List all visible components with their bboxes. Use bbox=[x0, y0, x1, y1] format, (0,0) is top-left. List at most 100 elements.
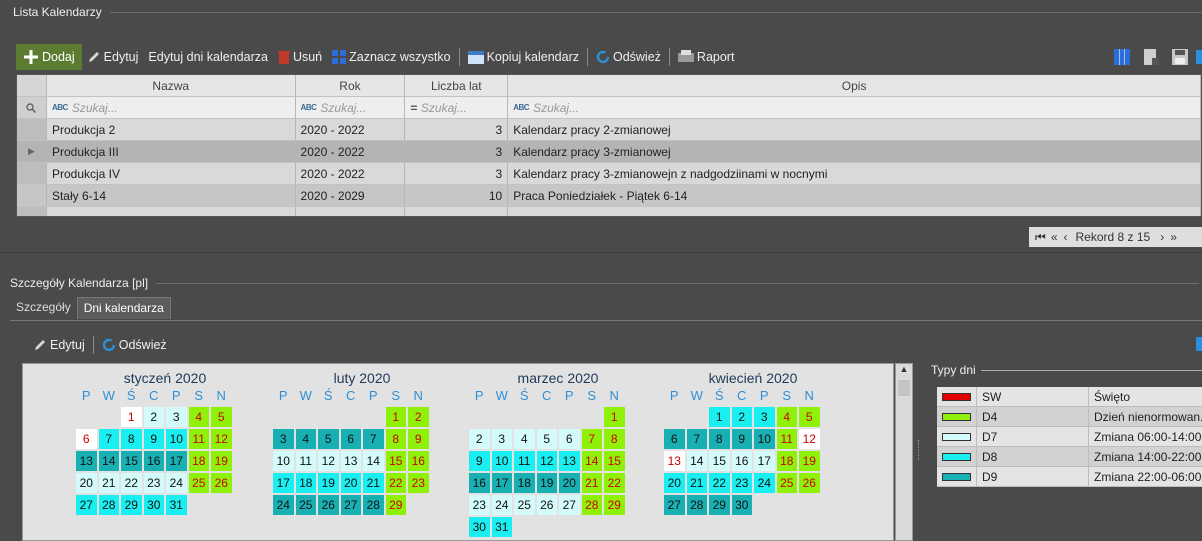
next-page-button[interactable]: » bbox=[1170, 230, 1177, 244]
calendar-day[interactable]: 18 bbox=[187, 450, 210, 472]
vertical-splitter[interactable] bbox=[918, 440, 922, 460]
calendar-day[interactable]: 12 bbox=[535, 450, 558, 472]
calendar-day[interactable]: 18 bbox=[775, 450, 798, 472]
column-header-name[interactable]: Nazwa bbox=[46, 75, 296, 97]
report-button[interactable]: Raport bbox=[673, 45, 740, 69]
calendar-day[interactable]: 8 bbox=[384, 428, 407, 450]
calendar-day[interactable]: 23 bbox=[468, 494, 491, 516]
calendar-day[interactable]: 31 bbox=[490, 516, 513, 538]
calendar-day[interactable]: 20 bbox=[339, 472, 362, 494]
table-row[interactable]: Produkcja IV 2020 - 2022 3 Kalendarz pra… bbox=[17, 163, 1201, 185]
calendar-day[interactable]: 17 bbox=[490, 472, 513, 494]
calendar-day[interactable]: 22 bbox=[603, 472, 626, 494]
edit-days-button[interactable]: Edytuj dni kalendarza bbox=[143, 45, 273, 69]
calendar-day[interactable]: 26 bbox=[798, 472, 821, 494]
calendar-day[interactable]: 27 bbox=[339, 494, 362, 516]
calendar-day[interactable]: 11 bbox=[775, 428, 798, 450]
calendar-day[interactable]: 28 bbox=[685, 494, 708, 516]
calendar-day[interactable]: 2 bbox=[468, 428, 491, 450]
calendar-day[interactable]: 9 bbox=[468, 450, 491, 472]
calendar-day[interactable]: 29 bbox=[708, 494, 731, 516]
calendar-day[interactable]: 19 bbox=[317, 472, 340, 494]
tab-details[interactable]: Szczegóły bbox=[10, 297, 77, 319]
calendar-day[interactable]: 29 bbox=[120, 494, 143, 516]
calendar-day[interactable]: 17 bbox=[753, 450, 776, 472]
calendar-day[interactable]: 17 bbox=[272, 472, 295, 494]
save-layout-button[interactable] bbox=[1167, 45, 1196, 69]
calendar-day[interactable]: 20 bbox=[558, 472, 581, 494]
calendar-day[interactable]: 6 bbox=[75, 428, 98, 450]
calendar-day[interactable]: 4 bbox=[775, 406, 798, 428]
calendar-day[interactable]: 16 bbox=[142, 450, 165, 472]
calendar-day[interactable]: 2 bbox=[730, 406, 753, 428]
table-row[interactable]: Produkcja 2 2020 - 2022 3 Kalendarz prac… bbox=[17, 119, 1201, 141]
filter-name-input[interactable]: ABC Szukaj... bbox=[46, 97, 296, 119]
calendar-day[interactable]: 16 bbox=[730, 450, 753, 472]
calendar-day[interactable]: 21 bbox=[580, 472, 603, 494]
day-type-row[interactable]: D8 Zmiana 14:00-22:00 bbox=[937, 447, 1202, 467]
calendar-day[interactable]: 24 bbox=[490, 494, 513, 516]
calendar-day[interactable]: 11 bbox=[513, 450, 536, 472]
calendar-day[interactable]: 27 bbox=[663, 494, 686, 516]
calendar-day[interactable]: 21 bbox=[362, 472, 385, 494]
calendar-day[interactable]: 30 bbox=[142, 494, 165, 516]
calendar-day[interactable]: 5 bbox=[535, 428, 558, 450]
calendar-day[interactable]: 23 bbox=[142, 472, 165, 494]
calendar-day[interactable]: 15 bbox=[708, 450, 731, 472]
calendar-day[interactable]: 24 bbox=[165, 472, 188, 494]
calendar-day[interactable]: 27 bbox=[558, 494, 581, 516]
calendar-day[interactable]: 14 bbox=[580, 450, 603, 472]
calendar-day[interactable]: 1 bbox=[384, 406, 407, 428]
refresh-button[interactable]: Odśwież bbox=[591, 45, 666, 69]
calendar-day[interactable]: 29 bbox=[603, 494, 626, 516]
calendar-day[interactable]: 22 bbox=[708, 472, 731, 494]
day-type-row[interactable]: SW Święto bbox=[937, 387, 1202, 407]
calendar-day[interactable]: 13 bbox=[75, 450, 98, 472]
calendar-day[interactable]: 16 bbox=[468, 472, 491, 494]
calendar-day[interactable]: 20 bbox=[75, 472, 98, 494]
calendar-day[interactable]: 25 bbox=[294, 494, 317, 516]
calendar-day[interactable]: 21 bbox=[685, 472, 708, 494]
calendar-day[interactable]: 25 bbox=[775, 472, 798, 494]
scroll-thumb[interactable] bbox=[898, 380, 910, 396]
prev-record-button[interactable]: ‹ bbox=[1064, 230, 1068, 244]
calendar-day[interactable]: 19 bbox=[798, 450, 821, 472]
calendar-day[interactable]: 8 bbox=[120, 428, 143, 450]
calendar-day[interactable]: 10 bbox=[753, 428, 776, 450]
calendar-day[interactable]: 7 bbox=[580, 428, 603, 450]
calendar-day[interactable]: 4 bbox=[187, 406, 210, 428]
calendar-day[interactable]: 29 bbox=[384, 494, 407, 516]
copy-calendar-button[interactable]: Kopiuj kalendarz bbox=[463, 45, 584, 69]
table-row[interactable]: Stały 6-14 2020 - 2029 10 Praca Poniedzi… bbox=[17, 185, 1201, 207]
calendar-day[interactable]: 17 bbox=[165, 450, 188, 472]
help-icon[interactable] bbox=[1196, 337, 1202, 351]
calendar-day[interactable]: 9 bbox=[142, 428, 165, 450]
next-record-button[interactable]: › bbox=[1160, 230, 1164, 244]
calendar-day[interactable]: 28 bbox=[97, 494, 120, 516]
calendar-day[interactable]: 16 bbox=[407, 450, 430, 472]
calendar-scrollbar[interactable]: ▲ bbox=[895, 363, 913, 541]
calendar-day[interactable]: 13 bbox=[339, 450, 362, 472]
day-type-row[interactable]: D9 Zmiana 22:00-06:00 bbox=[937, 467, 1202, 487]
calendar-day[interactable]: 12 bbox=[798, 428, 821, 450]
calendar-day[interactable]: 14 bbox=[685, 450, 708, 472]
toolbar-more-button[interactable] bbox=[1196, 45, 1202, 69]
layout-button[interactable] bbox=[1109, 45, 1138, 69]
calendar-day[interactable]: 10 bbox=[165, 428, 188, 450]
delete-button[interactable]: Usuń bbox=[273, 45, 327, 69]
tab-calendar-days[interactable]: Dni kalendarza bbox=[76, 297, 171, 319]
calendar-day[interactable]: 1 bbox=[708, 406, 731, 428]
splitter-line[interactable] bbox=[0, 252, 1202, 253]
calendar-day[interactable]: 9 bbox=[407, 428, 430, 450]
calendar-day[interactable]: 19 bbox=[210, 450, 233, 472]
calendar-day[interactable]: 28 bbox=[580, 494, 603, 516]
calendar-day[interactable]: 15 bbox=[120, 450, 143, 472]
calendar-day[interactable]: 4 bbox=[294, 428, 317, 450]
calendar-day[interactable]: 7 bbox=[97, 428, 120, 450]
calendar-day[interactable]: 28 bbox=[362, 494, 385, 516]
calendar-day[interactable]: 30 bbox=[468, 516, 491, 538]
calendar-day[interactable]: 26 bbox=[210, 472, 233, 494]
column-header-description[interactable]: Opis bbox=[508, 75, 1201, 97]
calendar-day[interactable]: 20 bbox=[663, 472, 686, 494]
add-button[interactable]: Dodaj bbox=[16, 44, 82, 70]
